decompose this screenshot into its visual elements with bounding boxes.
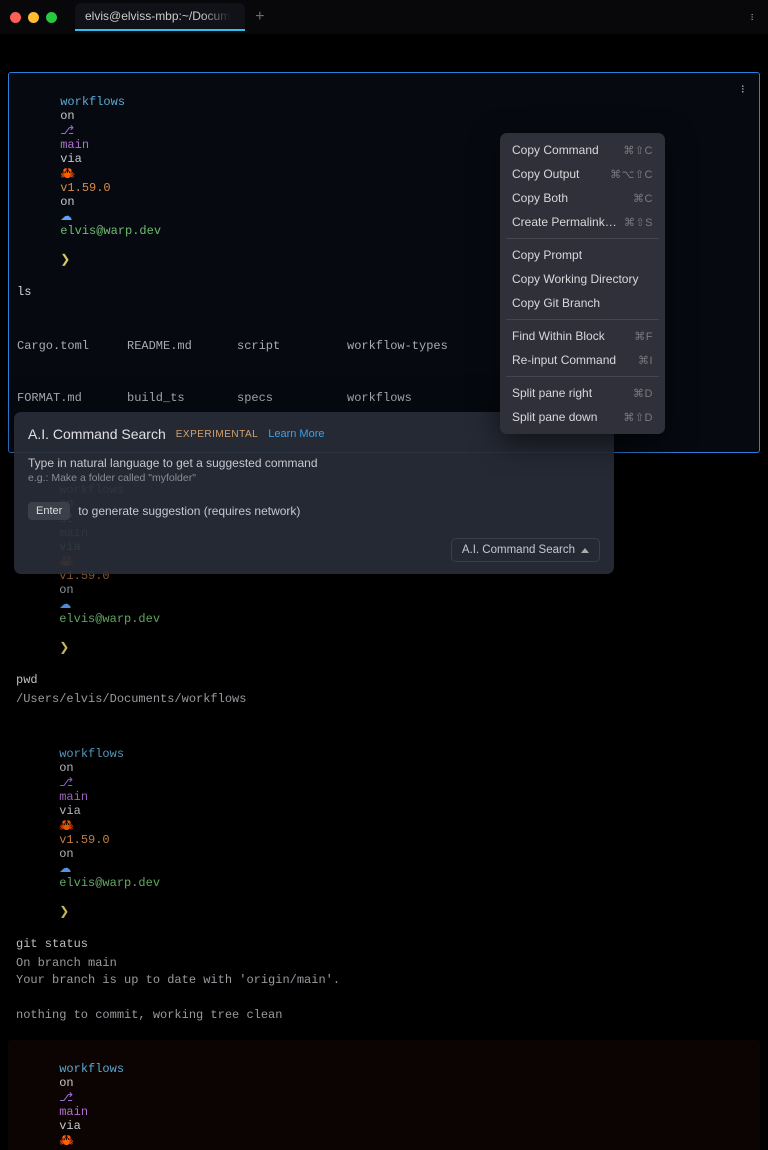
terminal-block-git-status[interactable]: workflows on ⎇ main via 🦀 v1.59.0 on ☁ e… bbox=[8, 725, 760, 1035]
ai-command-search-panel: A.I. Command Search EXPERIMENTAL Learn M… bbox=[14, 412, 614, 574]
menu-item-label: Copy Prompt bbox=[512, 248, 582, 262]
prompt-user: elvis@warp.dev bbox=[60, 224, 161, 238]
branch-icon: ⎇ bbox=[59, 1091, 73, 1105]
menu-item[interactable]: Copy Command ⌘⇧C bbox=[500, 138, 665, 162]
command-text: pwd bbox=[16, 673, 752, 687]
rust-crab-icon: 🦀 bbox=[60, 167, 75, 181]
prompt-arrow-icon: ❯ bbox=[60, 253, 70, 267]
block-context-menu: Copy Command ⌘⇧C Copy Output ⌘⌥⇧C Copy Both ⌘… bbox=[500, 133, 665, 434]
ai-panel-subtitle: Type in natural language to get a sugges… bbox=[28, 456, 600, 470]
menu-item[interactable]: Split pane right ⌘D bbox=[500, 381, 665, 405]
cloud-icon: ☁ bbox=[59, 862, 71, 876]
block-menu-button[interactable]: … bbox=[737, 85, 753, 93]
prompt-version: v1.59.0 bbox=[60, 181, 110, 195]
rust-crab-icon: 🦀 bbox=[59, 1134, 74, 1148]
menu-item-label: Copy Command bbox=[512, 143, 599, 157]
titlebar: elvis@elviss-mbp:~/Documents + … bbox=[0, 0, 768, 34]
tab-title: elvis@elviss-mbp:~/Documents bbox=[85, 9, 231, 23]
menu-item-label: Copy Output bbox=[512, 167, 579, 181]
ai-enter-hint: to generate suggestion (requires network… bbox=[78, 504, 300, 518]
chevron-up-icon bbox=[581, 548, 589, 553]
prompt-dir: workflows bbox=[60, 95, 125, 109]
prompt-arrow-icon: ❯ bbox=[59, 905, 69, 919]
terminal-block-current[interactable]: workflows on ⎇ main via 🦀 v1.59.0 on ☁ e… bbox=[8, 1040, 760, 1150]
ai-panel-example: e.g.: Make a folder called "myfolder" bbox=[28, 472, 600, 484]
ai-panel-title: A.I. Command Search bbox=[28, 426, 166, 442]
menu-item-label: Split pane right bbox=[512, 386, 592, 400]
menu-item-label: Find Within Block bbox=[512, 329, 605, 343]
enter-key-chip: Enter bbox=[28, 502, 70, 520]
ai-mode-label: A.I. Command Search bbox=[462, 544, 575, 556]
menu-item[interactable]: Copy Both ⌘C bbox=[500, 186, 665, 210]
menu-item-label: Copy Git Branch bbox=[512, 296, 600, 310]
prompt-arrow-icon: ❯ bbox=[59, 641, 69, 655]
ai-mode-selector[interactable]: A.I. Command Search bbox=[451, 538, 600, 562]
command-output: On branch main Your branch is up to date… bbox=[16, 955, 752, 1025]
new-tab-button[interactable]: + bbox=[255, 8, 265, 26]
command-output: /Users/elvis/Documents/workflows bbox=[16, 691, 752, 708]
window-menu-button[interactable]: … bbox=[747, 13, 761, 20]
menu-item-label: Split pane down bbox=[512, 410, 597, 424]
menu-item-shortcut: ⌘⇧S bbox=[624, 216, 653, 229]
menu-item-shortcut: ⌘F bbox=[634, 330, 653, 343]
menu-item-shortcut: ⌘I bbox=[638, 354, 653, 367]
tab[interactable]: elvis@elviss-mbp:~/Documents bbox=[75, 3, 245, 31]
learn-more-link[interactable]: Learn More bbox=[268, 428, 324, 440]
branch-icon: ⎇ bbox=[59, 776, 73, 790]
cloud-icon: ☁ bbox=[60, 210, 72, 224]
menu-item[interactable]: Find Within Block ⌘F bbox=[500, 324, 665, 348]
cloud-icon: ☁ bbox=[59, 598, 71, 612]
prompt: workflows on ⎇ main via 🦀 v1.59.0 on ☁ e… bbox=[16, 1048, 752, 1150]
menu-item[interactable]: Split pane down ⌘⇧D bbox=[500, 405, 665, 429]
menu-item[interactable]: Copy Output ⌘⌥⇧C bbox=[500, 162, 665, 186]
menu-item[interactable]: Re-input Command ⌘I bbox=[500, 348, 665, 372]
menu-item-label: Copy Working Directory bbox=[512, 272, 638, 286]
rust-crab-icon: 🦀 bbox=[59, 819, 74, 833]
menu-item-shortcut: ⌘⌥⇧C bbox=[610, 168, 653, 181]
menu-item-label: Create Permalink… bbox=[512, 215, 617, 229]
menu-item-shortcut: ⌘⇧D bbox=[623, 411, 653, 424]
maximize-window-button[interactable] bbox=[46, 12, 57, 23]
menu-item[interactable]: Create Permalink… ⌘⇧S bbox=[500, 210, 665, 234]
traffic-lights bbox=[10, 12, 57, 23]
menu-item[interactable]: Copy Git Branch bbox=[500, 291, 665, 315]
menu-item[interactable]: Copy Working Directory bbox=[500, 267, 665, 291]
menu-item-shortcut: ⌘D bbox=[633, 387, 653, 400]
prompt-branch: main bbox=[60, 138, 89, 152]
menu-item-shortcut: ⌘C bbox=[633, 192, 653, 205]
close-window-button[interactable] bbox=[10, 12, 21, 23]
experimental-badge: EXPERIMENTAL bbox=[176, 429, 259, 440]
minimize-window-button[interactable] bbox=[28, 12, 39, 23]
prompt: workflows on ⎇ main via 🦀 v1.59.0 on ☁ e… bbox=[16, 733, 752, 933]
branch-icon: ⎇ bbox=[60, 124, 74, 138]
menu-item-label: Re-input Command bbox=[512, 353, 616, 367]
menu-item-shortcut: ⌘⇧C bbox=[623, 144, 653, 157]
menu-item-label: Copy Both bbox=[512, 191, 568, 205]
menu-item[interactable]: Copy Prompt bbox=[500, 243, 665, 267]
command-text: git status bbox=[16, 937, 752, 951]
